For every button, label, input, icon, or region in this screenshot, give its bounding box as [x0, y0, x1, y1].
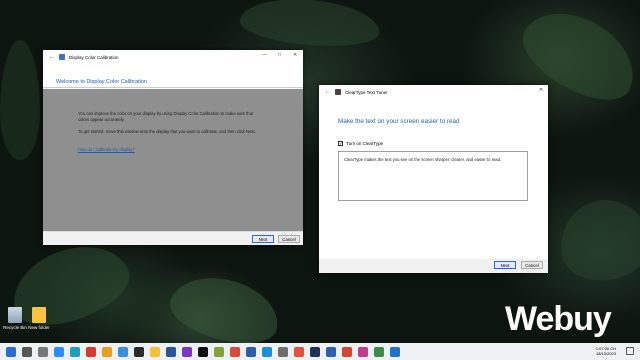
display-color-calibration-window: ← Display Color Calibration — □ ✕ Welcom… — [43, 50, 303, 245]
cancel-button[interactable]: Cancel — [278, 235, 300, 243]
page-heading: Make the text on your screen easier to r… — [338, 118, 460, 125]
window-titlebar: ← Display Color Calibration — □ ✕ — [43, 50, 303, 64]
instruction-paragraph: To get started, move this window onto th… — [78, 129, 256, 134]
window-titlebar: ← ClearType Text Tuner ✕ — [319, 85, 548, 99]
app-icon[interactable] — [390, 346, 400, 357]
word-icon[interactable] — [326, 346, 336, 357]
edge-icon[interactable] — [70, 346, 80, 357]
wizard-header: Welcome to Display Color Calibration — [43, 64, 303, 88]
file-explorer-icon[interactable] — [150, 346, 160, 357]
app-icon[interactable] — [374, 346, 384, 357]
desktop-icon-label: New folder — [28, 325, 50, 330]
help-link[interactable]: How do I calibrate my display? — [78, 147, 135, 153]
desktop-icon-recycle-bin[interactable]: Recycle Bin — [2, 307, 28, 330]
record-icon[interactable] — [86, 346, 96, 357]
cleartype-checkbox[interactable]: ✓ Turn on ClearType — [338, 141, 383, 146]
window-title: Display Color Calibration — [69, 54, 119, 60]
app-icon[interactable] — [246, 346, 256, 357]
cleartype-app-icon — [335, 89, 341, 95]
recycle-bin-icon — [8, 307, 22, 323]
chrome-icon[interactable] — [102, 346, 112, 357]
edge-icon[interactable] — [262, 346, 272, 357]
zoom-icon[interactable] — [54, 346, 64, 357]
photos-icon[interactable] — [118, 346, 128, 357]
folder-icon — [32, 307, 46, 323]
background-leaf — [238, 0, 382, 52]
cancel-button[interactable]: Cancel — [521, 261, 543, 269]
onenote-icon[interactable] — [182, 346, 192, 357]
window-title: ClearType Text Tuner — [345, 89, 388, 95]
system-clock[interactable]: 1:07:00 CH 18/10/2023 — [596, 346, 616, 356]
word-icon[interactable] — [166, 346, 176, 357]
minimize-icon[interactable]: — — [262, 52, 267, 58]
chrome-icon[interactable] — [342, 346, 352, 357]
background-leaf — [164, 266, 286, 354]
close-icon[interactable]: ✕ — [539, 87, 543, 93]
maximize-icon[interactable]: □ — [278, 52, 281, 58]
chrome-icon[interactable] — [294, 346, 304, 357]
desktop-icon-label: Recycle Bin — [3, 325, 27, 330]
description-text: ClearType makes the text you see on the … — [344, 157, 502, 162]
next-button[interactable]: Next — [494, 261, 516, 269]
cleartype-text-tuner-window: ← ClearType Text Tuner ✕ Make the text o… — [319, 85, 548, 273]
background-leaf — [553, 192, 640, 288]
back-arrow-icon[interactable]: ← — [325, 89, 331, 95]
photoshop-icon[interactable] — [310, 346, 320, 357]
taskbar-app-list — [0, 346, 400, 357]
paint-icon[interactable] — [358, 346, 368, 357]
checkbox-label: Turn on ClearType — [346, 141, 384, 146]
next-button[interactable]: Next — [252, 235, 274, 243]
windows-start-icon[interactable] — [6, 346, 16, 357]
intro-paragraph: You can improve the color on your displa… — [78, 111, 254, 122]
description-box: ClearType makes the text you see on the … — [338, 151, 528, 201]
webuy-watermark: Webuy — [505, 300, 612, 338]
back-arrow-icon[interactable]: ← — [49, 54, 55, 60]
terminal-icon[interactable] — [198, 346, 208, 357]
notification-icon[interactable] — [626, 347, 634, 355]
close-icon[interactable]: ✕ — [293, 52, 297, 58]
chrome-icon[interactable] — [230, 346, 240, 357]
taskbar: 1:07:00 CH 18/10/2023 — [0, 343, 640, 360]
background-leaf — [0, 40, 40, 160]
search-icon[interactable] — [22, 346, 32, 357]
sticky-notes-icon[interactable] — [134, 346, 144, 357]
clock-date: 18/10/2023 — [595, 351, 616, 356]
checkbox-checked-icon[interactable]: ✓ — [338, 141, 343, 146]
wizard-heading: Welcome to Display Color Calibration — [56, 79, 147, 85]
settings-icon[interactable] — [278, 346, 288, 357]
vlc-icon[interactable] — [214, 346, 224, 357]
calibration-app-icon — [59, 54, 65, 60]
desktop-icon-new-folder[interactable]: New folder — [26, 307, 52, 330]
task-view-icon[interactable] — [38, 346, 48, 357]
